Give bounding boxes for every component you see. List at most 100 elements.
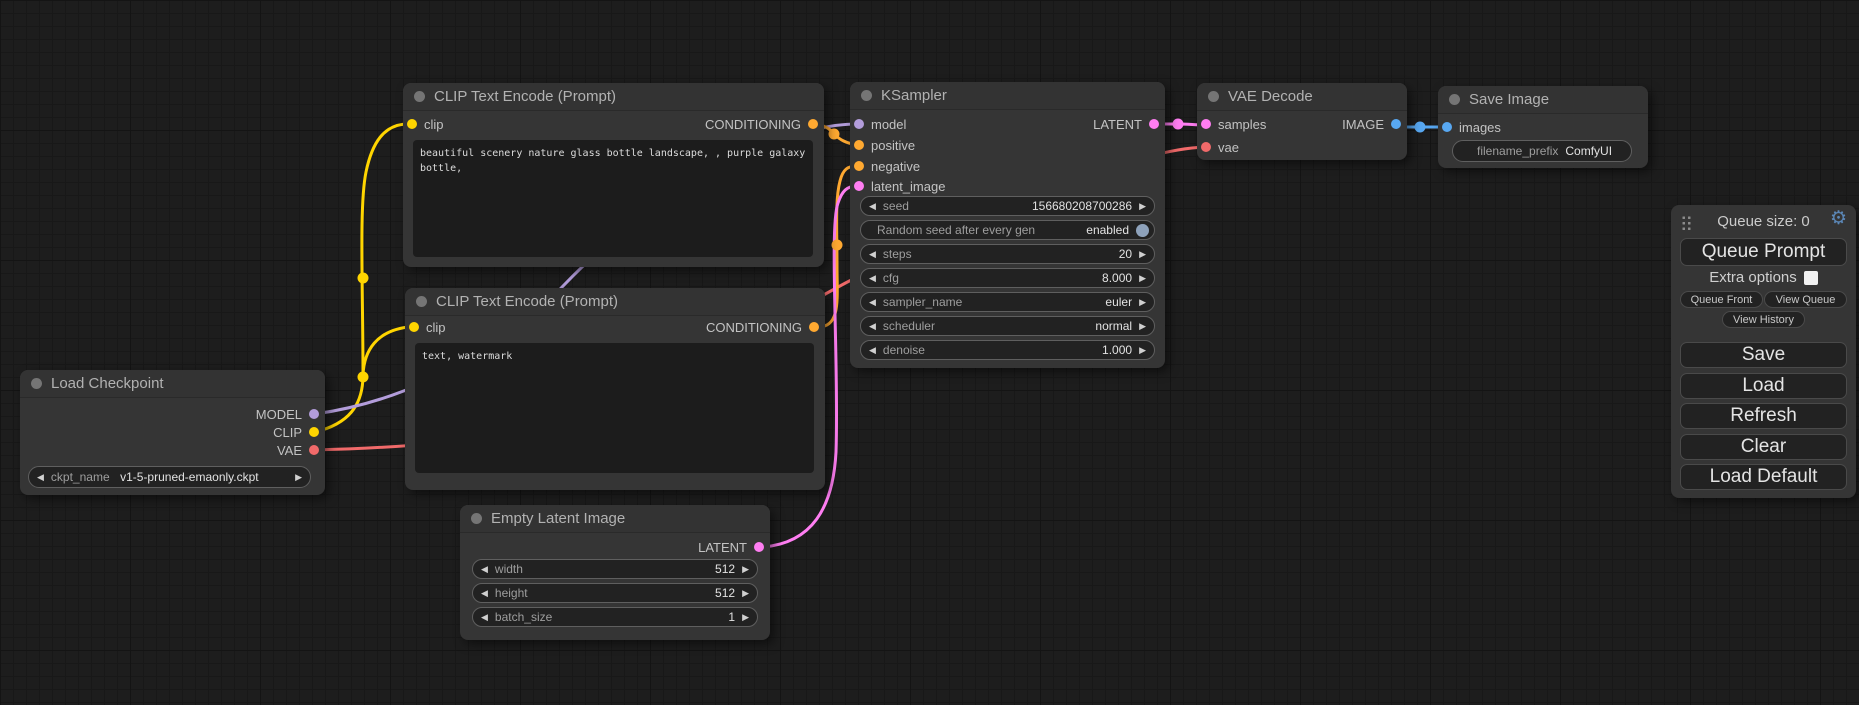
image-slot-icon[interactable] <box>1391 119 1401 129</box>
output-slot-conditioning[interactable]: CONDITIONING <box>706 317 819 337</box>
increment-arrow-icon[interactable]: ▶ <box>1139 202 1146 211</box>
output-slot-image[interactable]: IMAGE <box>1342 114 1401 134</box>
load-default-button[interactable]: Load Default <box>1680 464 1847 490</box>
widget-filename-prefix[interactable]: filename_prefix ComfyUI <box>1452 140 1632 162</box>
model-slot-icon[interactable] <box>309 409 319 419</box>
node-title-bar[interactable]: CLIP Text Encode (Prompt) <box>405 288 825 316</box>
queue-prompt-button[interactable]: Queue Prompt <box>1680 238 1847 266</box>
collapse-dot-icon[interactable] <box>414 91 425 102</box>
widget-seed[interactable]: ◀ seed 156680208700286 ▶ <box>860 196 1155 216</box>
decrement-arrow-icon[interactable]: ◀ <box>869 250 876 259</box>
toggle-enabled-icon[interactable] <box>1136 224 1149 237</box>
node-load-checkpoint[interactable]: Load Checkpoint MODEL CLIP VAE ◀ ckpt_na… <box>20 370 325 495</box>
node-vae-decode[interactable]: VAE Decode samples vae IMAGE <box>1197 83 1407 160</box>
view-history-button[interactable]: View History <box>1722 311 1805 328</box>
increment-arrow-icon[interactable]: ▶ <box>1139 346 1146 355</box>
vae-slot-icon[interactable] <box>309 445 319 455</box>
collapse-dot-icon[interactable] <box>861 90 872 101</box>
input-slot-positive[interactable]: positive <box>854 135 915 155</box>
decrement-arrow-icon[interactable]: ◀ <box>869 298 876 307</box>
conditioning-slot-icon[interactable] <box>808 119 818 129</box>
latent-slot-icon[interactable] <box>754 542 764 552</box>
input-slot-vae[interactable]: vae <box>1201 137 1239 157</box>
widget-steps[interactable]: ◀ steps 20 ▶ <box>860 244 1155 264</box>
node-save-image[interactable]: Save Image images filename_prefix ComfyU… <box>1438 86 1648 168</box>
output-slot-latent[interactable]: LATENT <box>1093 114 1159 134</box>
output-slot-latent[interactable]: LATENT <box>698 537 764 557</box>
latent-slot-icon[interactable] <box>854 181 864 191</box>
load-button[interactable]: Load <box>1680 373 1847 399</box>
node-empty-latent-image[interactable]: Empty Latent Image LATENT ◀ width 512 ▶ … <box>460 505 770 640</box>
queue-front-button[interactable]: Queue Front <box>1680 291 1763 308</box>
latent-slot-icon[interactable] <box>1149 119 1159 129</box>
increment-arrow-icon[interactable]: ▶ <box>742 565 749 574</box>
node-clip-text-encode-positive[interactable]: CLIP Text Encode (Prompt) clip CONDITION… <box>403 83 824 267</box>
prompt-textarea[interactable]: text, watermark <box>415 343 814 473</box>
decrement-arrow-icon[interactable]: ◀ <box>869 274 876 283</box>
widget-batch-size[interactable]: ◀ batch_size 1 ▶ <box>472 607 758 627</box>
refresh-button[interactable]: Refresh <box>1680 403 1847 429</box>
output-slot-clip[interactable]: CLIP <box>273 422 319 442</box>
increment-arrow-icon[interactable]: ▶ <box>1139 274 1146 283</box>
widget-sampler-name[interactable]: ◀ sampler_name euler ▶ <box>860 292 1155 312</box>
node-title-bar[interactable]: Load Checkpoint <box>20 370 325 398</box>
increment-arrow-icon[interactable]: ▶ <box>742 589 749 598</box>
extra-options-checkbox[interactable] <box>1804 271 1818 285</box>
latent-slot-icon[interactable] <box>1201 119 1211 129</box>
node-title-bar[interactable]: Save Image <box>1438 86 1648 114</box>
prompt-textarea[interactable]: beautiful scenery nature glass bottle la… <box>413 140 813 257</box>
widget-cfg[interactable]: ◀ cfg 8.000 ▶ <box>860 268 1155 288</box>
decrement-arrow-icon[interactable]: ◀ <box>37 473 44 482</box>
input-slot-model[interactable]: model <box>854 114 906 134</box>
widget-denoise[interactable]: ◀ denoise 1.000 ▶ <box>860 340 1155 360</box>
input-slot-latent-image[interactable]: latent_image <box>854 176 945 196</box>
save-button[interactable]: Save <box>1680 342 1847 368</box>
input-slot-clip[interactable]: clip <box>407 114 444 134</box>
input-slot-samples[interactable]: samples <box>1201 114 1266 134</box>
increment-arrow-icon[interactable]: ▶ <box>1139 250 1146 259</box>
node-ksampler[interactable]: KSampler model positive negative latent_… <box>850 82 1165 368</box>
collapse-dot-icon[interactable] <box>471 513 482 524</box>
decrement-arrow-icon[interactable]: ◀ <box>481 589 488 598</box>
conditioning-slot-icon[interactable] <box>854 161 864 171</box>
decrement-arrow-icon[interactable]: ◀ <box>481 613 488 622</box>
output-slot-conditioning[interactable]: CONDITIONING <box>705 114 818 134</box>
output-slot-model[interactable]: MODEL <box>256 404 319 424</box>
settings-gear-icon[interactable]: ⚙ <box>1830 209 1847 228</box>
decrement-arrow-icon[interactable]: ◀ <box>869 346 876 355</box>
vae-slot-icon[interactable] <box>1201 142 1211 152</box>
increment-arrow-icon[interactable]: ▶ <box>1139 322 1146 331</box>
increment-arrow-icon[interactable]: ▶ <box>1139 298 1146 307</box>
node-clip-text-encode-negative[interactable]: CLIP Text Encode (Prompt) clip CONDITION… <box>405 288 825 490</box>
collapse-dot-icon[interactable] <box>31 378 42 389</box>
increment-arrow-icon[interactable]: ▶ <box>742 613 749 622</box>
input-slot-images[interactable]: images <box>1442 117 1501 137</box>
clip-slot-icon[interactable] <box>309 427 319 437</box>
collapse-dot-icon[interactable] <box>1449 94 1460 105</box>
node-title-bar[interactable]: Empty Latent Image <box>460 505 770 533</box>
decrement-arrow-icon[interactable]: ◀ <box>869 202 876 211</box>
image-slot-icon[interactable] <box>1442 122 1452 132</box>
decrement-arrow-icon[interactable]: ◀ <box>869 322 876 331</box>
collapse-dot-icon[interactable] <box>1208 91 1219 102</box>
node-title-bar[interactable]: VAE Decode <box>1197 83 1407 111</box>
view-queue-button[interactable]: View Queue <box>1764 291 1847 308</box>
clear-button[interactable]: Clear <box>1680 434 1847 460</box>
widget-scheduler[interactable]: ◀ scheduler normal ▶ <box>860 316 1155 336</box>
clip-slot-icon[interactable] <box>407 119 417 129</box>
model-slot-icon[interactable] <box>854 119 864 129</box>
clip-slot-icon[interactable] <box>409 322 419 332</box>
widget-width[interactable]: ◀ width 512 ▶ <box>472 559 758 579</box>
widget-ckpt-name[interactable]: ◀ ckpt_name v1-5-pruned-emaonly.ckpt ▶ <box>28 466 311 488</box>
decrement-arrow-icon[interactable]: ◀ <box>481 565 488 574</box>
input-slot-negative[interactable]: negative <box>854 156 920 176</box>
node-title-bar[interactable]: KSampler <box>850 82 1165 110</box>
widget-random-seed-toggle[interactable]: Random seed after every gen enabled <box>860 220 1155 240</box>
conditioning-slot-icon[interactable] <box>854 140 864 150</box>
node-title-bar[interactable]: CLIP Text Encode (Prompt) <box>403 83 824 111</box>
widget-height[interactable]: ◀ height 512 ▶ <box>472 583 758 603</box>
collapse-dot-icon[interactable] <box>416 296 427 307</box>
increment-arrow-icon[interactable]: ▶ <box>295 473 302 482</box>
output-slot-vae[interactable]: VAE <box>277 440 319 460</box>
conditioning-slot-icon[interactable] <box>809 322 819 332</box>
